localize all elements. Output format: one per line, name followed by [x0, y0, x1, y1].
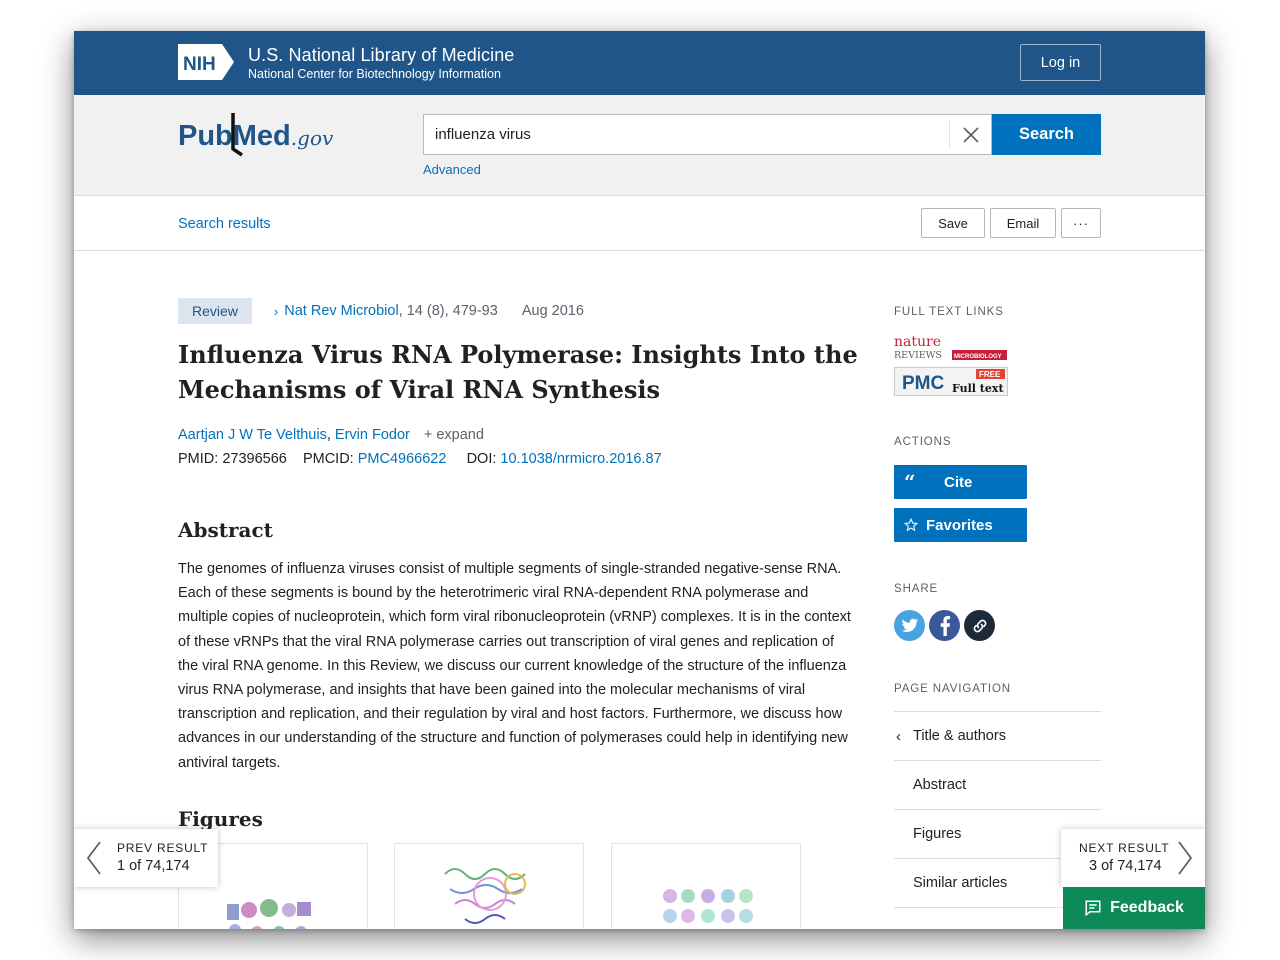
prev-result-count: 1 of 74,174	[117, 858, 190, 874]
nlm-title[interactable]: U.S. National Library of Medicine	[248, 45, 514, 66]
next-result-label: NEXT RESULT	[1079, 841, 1170, 855]
figure-image	[444, 868, 526, 924]
abstract-heading: Abstract	[178, 518, 273, 542]
pmcid-label: PMCID:	[302, 451, 354, 467]
pmc-free-tag: FREE	[979, 370, 1001, 379]
star-icon	[904, 518, 918, 532]
expand-authors-button[interactable]: + expand	[424, 427, 484, 443]
pmc-logo-text: PMC	[902, 373, 945, 394]
nih-logo-icon[interactable]: NIH	[178, 44, 234, 80]
publication-type-badge: Review	[178, 298, 252, 324]
pubmed-logo-suffix: .gov	[291, 126, 334, 150]
abstract-text: The genomes of influenza viruses consist…	[178, 561, 851, 771]
more-actions-button[interactable]: ···	[1061, 208, 1101, 238]
figures-heading: Figures	[178, 807, 263, 831]
share-buttons	[894, 610, 995, 641]
browser-page: NIH U.S. National Library of Medicine Na…	[74, 31, 1205, 929]
nav-item-label: Title & authors	[913, 728, 1006, 744]
article-title: Influenza Virus RNA Polymerase: Insights…	[178, 340, 858, 404]
pmc-full-text-link[interactable]: PMC FREE Full text	[894, 367, 1008, 396]
search-box	[423, 114, 992, 155]
nav-item-title-authors[interactable]: ‹ Title & authors	[894, 711, 1101, 760]
figure-thumbnail[interactable]	[394, 843, 584, 929]
email-button[interactable]: Email	[990, 208, 1056, 238]
chevron-right-icon: ›	[273, 303, 279, 319]
favorites-button[interactable]: Favorites	[894, 508, 1027, 542]
cite-button[interactable]: “ Cite	[894, 465, 1027, 499]
close-icon	[962, 126, 979, 143]
feedback-button[interactable]: Feedback	[1063, 887, 1205, 929]
author-link[interactable]: Aartjan J W Te Velthuis	[178, 427, 327, 443]
pmc-fulltext-label: Full text	[952, 382, 1004, 395]
article-identifiers: PMID: 27396566 PMCID: PMC4966622 DOI: 10…	[178, 451, 662, 467]
actions-heading: ACTIONS	[894, 436, 952, 448]
next-result-count: 3 of 74,174	[1089, 858, 1162, 874]
doi-label: DOI:	[466, 451, 497, 467]
nav-item-label: Similar articles	[913, 875, 1008, 891]
pmid-value: 27396566	[222, 451, 287, 467]
figure-image	[663, 889, 753, 923]
nature-reviews-link[interactable]: nature REVIEWS MICROBIOLOGY	[894, 334, 1007, 360]
prev-result-label: PREV RESULT	[117, 841, 209, 855]
chat-icon	[1085, 900, 1101, 917]
nature-logo-top: nature	[894, 334, 941, 350]
doi-link[interactable]: 10.1038/nrmicro.2016.87	[500, 451, 661, 467]
pmcid-link[interactable]: PMC4966622	[358, 451, 447, 467]
save-button[interactable]: Save	[921, 208, 985, 238]
feedback-label: Feedback	[1110, 899, 1184, 916]
search-results-link[interactable]: Search results	[178, 216, 271, 232]
login-button[interactable]: Log in	[1020, 44, 1101, 81]
author-link[interactable]: Ervin Fodor	[335, 427, 410, 443]
chevron-left-icon	[86, 841, 101, 875]
article-toolbar: Search results Save Email ···	[74, 196, 1205, 251]
article-meta: Review › Nat Rev Microbiol , 14 (8), 479…	[178, 298, 584, 324]
favorites-label: Favorites	[926, 516, 993, 534]
pmid-label: PMID:	[178, 451, 219, 467]
advanced-search-link[interactable]: Advanced	[423, 162, 481, 177]
nature-logo-tag: MICROBIOLOGY	[954, 354, 1002, 360]
clear-search-button[interactable]	[949, 120, 991, 149]
search-header: PubMed.gov Search Advanced	[74, 95, 1205, 196]
search-input[interactable]	[424, 115, 949, 154]
page-navigation-heading: PAGE NAVIGATION	[894, 683, 1012, 695]
publication-date: Aug 2016	[521, 303, 584, 319]
nih-logo-text: NIH	[183, 54, 216, 75]
link-icon[interactable]	[964, 610, 995, 641]
citation-details: , 14 (8), 479-93	[398, 303, 498, 319]
ncbi-subtitle[interactable]: National Center for Biotechnology Inform…	[248, 67, 501, 81]
twitter-icon[interactable]	[894, 610, 925, 641]
search-button[interactable]: Search	[992, 114, 1101, 155]
nav-item-label: Figures	[913, 826, 962, 842]
pubmed-logo[interactable]: PubMed.gov	[178, 109, 358, 159]
author-list: Aartjan J W Te Velthuis, Ervin Fodor + e…	[178, 427, 484, 443]
nih-banner: NIH U.S. National Library of Medicine Na…	[74, 31, 1205, 95]
chevron-right-icon	[1178, 841, 1193, 875]
full-text-links-heading: FULL TEXT LINKS	[894, 306, 1004, 318]
quote-icon: “	[904, 470, 916, 494]
nav-item-abstract[interactable]: Abstract	[894, 760, 1101, 809]
nature-logo-bottom: REVIEWS	[894, 350, 942, 360]
chevron-left-icon: ‹	[896, 727, 901, 745]
figure-thumbnail[interactable]	[611, 843, 801, 929]
facebook-icon[interactable]	[929, 610, 960, 641]
cite-label: Cite	[944, 473, 973, 491]
next-result-button[interactable]: NEXT RESULT 3 of 74,174	[1061, 829, 1205, 887]
share-heading: SHARE	[894, 583, 939, 595]
nav-item-label: Abstract	[913, 777, 967, 793]
prev-result-button[interactable]: PREV RESULT 1 of 74,174	[74, 829, 218, 887]
journal-link[interactable]: Nat Rev Microbiol	[284, 303, 398, 319]
svg-text:PubMed.gov: PubMed.gov	[178, 120, 334, 152]
